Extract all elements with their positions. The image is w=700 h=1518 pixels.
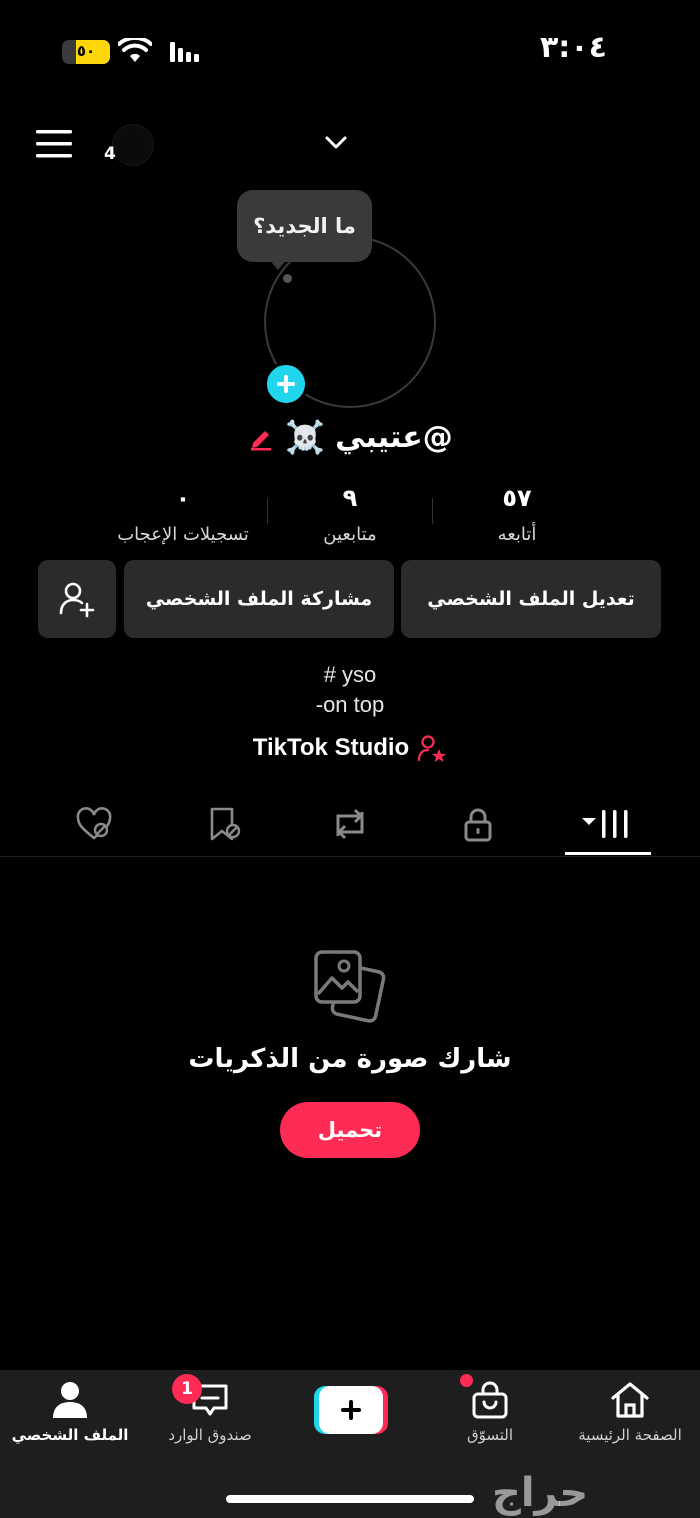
nav-profile-label: الملف الشخصي	[11, 1426, 129, 1444]
share-profile-button[interactable]: مشاركة الملف الشخصي	[124, 560, 394, 638]
signal-icon	[170, 42, 199, 62]
username: @عتيبي	[335, 419, 453, 455]
account-avatar[interactable]	[112, 124, 154, 166]
active-tab-indicator	[565, 852, 651, 855]
followers-count: ٩	[342, 484, 358, 512]
bubble-dot	[283, 274, 292, 283]
tab-private[interactable]	[448, 800, 508, 848]
stat-following[interactable]: ٥٧ أتابعه	[434, 480, 600, 545]
plus-icon	[341, 1400, 361, 1420]
watermark-logo: حراج	[492, 1470, 589, 1516]
stat-likes[interactable]: ٠ تسجيلات الإعجاب	[100, 480, 266, 545]
nav-profile[interactable]: الملف الشخصي	[0, 1380, 140, 1460]
home-indicator[interactable]	[226, 1495, 474, 1503]
status-time: ٣:٠٤	[540, 30, 607, 65]
likes-count: ٠	[175, 484, 191, 512]
tab-favorites[interactable]	[194, 800, 254, 848]
bio-line: -on top	[315, 692, 385, 717]
tab-reposts[interactable]	[320, 800, 380, 848]
stat-followers[interactable]: ٩ متابعين	[267, 480, 433, 545]
bubble-tail	[268, 258, 288, 270]
home-icon	[611, 1382, 649, 1418]
shop-notification-dot	[460, 1374, 473, 1387]
videos-grid-icon	[582, 810, 628, 838]
empty-state-title: شارك صورة من الذكريات	[188, 1044, 512, 1074]
creator-star-icon	[418, 735, 447, 762]
nav-inbox[interactable]: صندوق الوارد	[140, 1380, 280, 1460]
chevron-down-icon[interactable]	[324, 132, 348, 152]
liked-hidden-icon	[76, 807, 112, 840]
studio-label: TikTok Studio	[252, 734, 410, 761]
profile-stats: ٠ تسجيلات الإعجاب ٩ متابعين ٥٧ أتابعه	[100, 480, 600, 545]
following-label: أتابعه	[497, 524, 537, 545]
notification-count: 4	[104, 144, 116, 164]
username-row: @عتيبي ☠️	[0, 418, 700, 456]
likes-label: تسجيلات الإعجاب	[117, 524, 249, 545]
nav-home-label: الصفحة الرئيسية	[578, 1426, 682, 1444]
followers-label: متابعين	[323, 524, 377, 545]
wifi-icon	[118, 38, 152, 62]
bookmark-icon	[210, 807, 241, 841]
whats-new-bubble[interactable]: ما الجديد؟	[237, 190, 372, 262]
shopping-bag-icon	[472, 1381, 508, 1419]
nav-home[interactable]: الصفحة الرئيسية	[560, 1380, 700, 1460]
lock-icon	[464, 808, 492, 842]
add-user-icon	[59, 582, 95, 618]
tiktok-studio-link[interactable]: TikTok Studio	[0, 734, 700, 762]
inbox-badge: 1	[172, 1374, 202, 1404]
stat-divider	[267, 498, 268, 524]
repost-icon	[336, 808, 364, 840]
skull-emoji: ☠️	[285, 418, 326, 456]
edit-profile-button[interactable]: تعديل الملف الشخصي	[401, 560, 661, 638]
plus-icon	[277, 375, 295, 393]
battery-icon: ٥٠	[62, 40, 110, 64]
create-button[interactable]	[314, 1386, 388, 1434]
tab-videos[interactable]	[578, 800, 638, 848]
tab-divider	[0, 856, 700, 857]
stat-divider	[432, 498, 433, 524]
photos-icon	[314, 950, 386, 1023]
tab-liked[interactable]	[64, 800, 124, 848]
nav-inbox-label: صندوق الوارد	[168, 1426, 252, 1444]
add-story-button[interactable]	[264, 362, 308, 406]
following-count: ٥٧	[502, 484, 532, 512]
add-friend-button[interactable]	[38, 560, 116, 638]
bio-line: # yso	[323, 662, 377, 687]
edit-pencil-icon[interactable]	[247, 423, 275, 451]
battery-level: ٥٠	[76, 42, 96, 60]
profile-icon	[53, 1382, 87, 1418]
nav-shop[interactable]: التسوّق	[420, 1380, 560, 1460]
hamburger-menu-icon[interactable]	[36, 128, 72, 160]
upload-button[interactable]: تحميل	[280, 1102, 420, 1158]
nav-shop-label: التسوّق	[466, 1426, 514, 1444]
